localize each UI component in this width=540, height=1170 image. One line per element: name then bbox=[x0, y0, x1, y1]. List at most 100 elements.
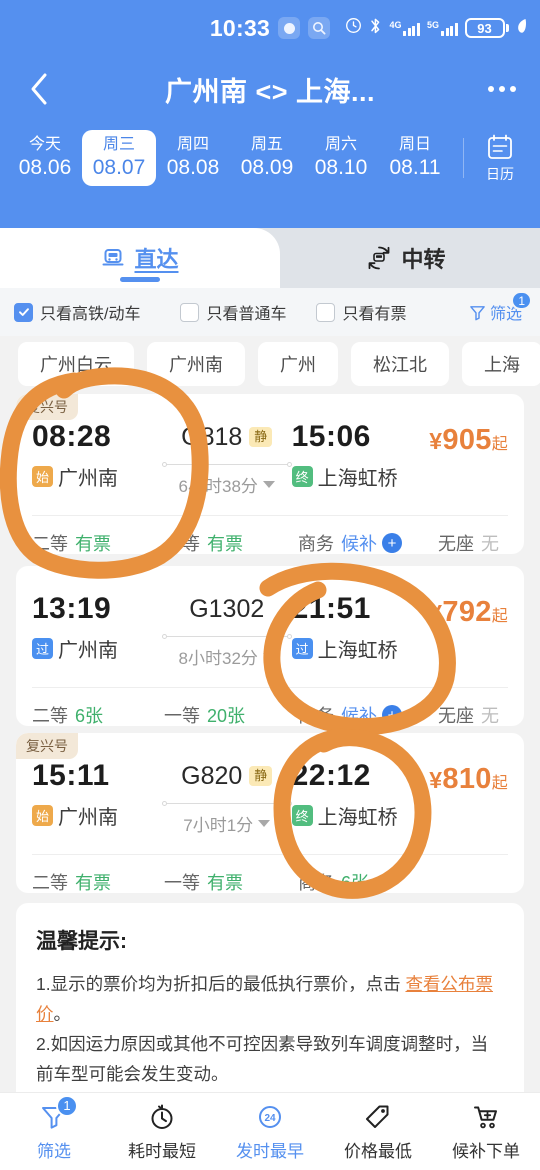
duration-row[interactable]: 7小时1分 bbox=[162, 811, 292, 836]
bottom-nav-lowest-price[interactable]: 价格最低 bbox=[324, 1102, 432, 1162]
date-item-2[interactable]: 周四 08.08 bbox=[156, 130, 230, 187]
more-options-button[interactable] bbox=[486, 78, 518, 100]
duration-line bbox=[161, 632, 292, 642]
calendar-button[interactable]: 日历 bbox=[468, 132, 532, 184]
checkbox-box bbox=[316, 302, 336, 322]
waitlist-add-icon[interactable]: + bbox=[382, 533, 402, 553]
seat-class-1[interactable]: 一等 有票 bbox=[164, 869, 298, 893]
tab-direct[interactable]: 直达 bbox=[0, 228, 280, 288]
price-info: ¥792起 bbox=[429, 592, 508, 629]
clock-24-icon: 24 bbox=[259, 1105, 281, 1128]
bluetooth-icon bbox=[369, 17, 382, 40]
filter-button[interactable]: 筛选 1 bbox=[469, 291, 532, 324]
waitlist-add-icon[interactable]: + bbox=[382, 705, 402, 725]
check-icon bbox=[18, 308, 29, 316]
date-item-5[interactable]: 周日 08.11 bbox=[378, 130, 452, 187]
battery-level: 93 bbox=[464, 18, 505, 38]
checkbox-has-ticket-only[interactable]: 只看有票 bbox=[316, 300, 406, 324]
arrival-info: 22:12 终 上海虹桥 bbox=[291, 759, 430, 830]
bottom-nav-label: 发时最早 bbox=[236, 1141, 304, 1161]
currency-symbol: ¥ bbox=[429, 600, 443, 626]
arrival-station: 终 上海虹桥 bbox=[291, 462, 430, 491]
date-item-1[interactable]: 周三 08.07 bbox=[82, 129, 156, 187]
currency-symbol: ¥ bbox=[429, 767, 443, 793]
bottom-nav-filter[interactable]: 1 筛选 bbox=[0, 1094, 108, 1162]
station-chip-4[interactable]: 上海 bbox=[462, 342, 540, 386]
seat-availability-row: 二等 有票 一等 有票 商务 候补 + 无座 无 bbox=[16, 516, 524, 554]
date-value: 08.07 bbox=[92, 156, 146, 180]
duration-text: 6小时38分 bbox=[178, 477, 258, 496]
filter-badge: 1 bbox=[511, 291, 532, 310]
seat-class-value: 无 bbox=[481, 706, 499, 726]
train-card-1[interactable]: 13:19 过 广州南 G1302 8小时32分 21:51 过 上海虹桥 ¥7… bbox=[16, 566, 524, 726]
station-name: 广州南 bbox=[58, 640, 118, 662]
tab-transfer[interactable]: 中转 bbox=[272, 228, 540, 288]
date-item-4[interactable]: 周六 08.10 bbox=[304, 130, 378, 187]
train-number: G820 bbox=[181, 762, 243, 790]
price-number: 792 bbox=[442, 596, 492, 628]
bottom-nav-waitlist-order[interactable]: 候补下单 bbox=[432, 1102, 540, 1162]
quiet-carriage-badge: 静 bbox=[249, 766, 273, 786]
station-name: 上海虹桥 bbox=[317, 640, 398, 662]
chat-bubble-icon bbox=[278, 17, 301, 39]
duration-row[interactable]: 8小时32分 bbox=[162, 644, 292, 669]
leaf-icon bbox=[516, 17, 528, 40]
seat-class-2[interactable]: 商务 6张 bbox=[298, 869, 438, 893]
duration-text: 7小时1分 bbox=[183, 816, 254, 835]
date-item-0[interactable]: 今天 08.06 bbox=[8, 130, 82, 187]
price-value: ¥792起 bbox=[429, 596, 508, 629]
seat-class-2[interactable]: 商务 候补 + bbox=[298, 702, 438, 726]
checkbox-normal-train-only[interactable]: 只看普通车 bbox=[180, 300, 286, 324]
tips-line-1: 1.显示的票价均为折扣后的最低执行票价，点击 查看公布票价。 bbox=[36, 969, 504, 1029]
back-button[interactable] bbox=[22, 72, 56, 106]
train-card-0[interactable]: 复兴号 08:28 始 广州南 G818 静 6小时38分 15:06 终 上海… bbox=[16, 394, 524, 554]
duration-line bbox=[161, 799, 292, 809]
bottom-nav-earliest-departure[interactable]: 24 发时最早 bbox=[216, 1102, 324, 1162]
title-bar: 广州南 <> 上海... bbox=[0, 56, 540, 122]
price-value: ¥810起 bbox=[429, 763, 508, 796]
price-number: 810 bbox=[442, 763, 492, 795]
station-type-badge: 始 bbox=[32, 805, 53, 826]
bottom-nav-bar: 1 筛选 耗时最短 24 发时最早 价格最低 候补下单 bbox=[0, 1092, 540, 1170]
station-chip-2[interactable]: 广州 bbox=[258, 342, 338, 386]
chevron-down-icon bbox=[262, 481, 275, 488]
station-chip-list[interactable]: 广州白云 广州南 广州 松江北 上海 bbox=[0, 336, 540, 392]
filter-bar: 只看高铁/动车 只看普通车 只看有票 筛选 1 bbox=[0, 288, 540, 336]
seat-class-value: 6张 bbox=[341, 873, 370, 893]
seat-class-0[interactable]: 二等 6张 bbox=[32, 702, 164, 726]
checkbox-box bbox=[14, 302, 33, 322]
bottom-nav-shortest-duration[interactable]: 耗时最短 bbox=[108, 1102, 216, 1162]
chevron-down-icon bbox=[258, 820, 271, 827]
date-weekday: 周四 bbox=[176, 135, 209, 153]
signal-5g-icon: 5G bbox=[427, 20, 458, 36]
seat-class-1[interactable]: 一等 有票 bbox=[164, 530, 298, 554]
date-weekday: 周六 bbox=[324, 135, 357, 153]
station-name: 上海虹桥 bbox=[317, 807, 398, 829]
seat-class-3[interactable]: 无座 无 bbox=[438, 530, 499, 554]
seat-class-0[interactable]: 二等 有票 bbox=[32, 869, 164, 893]
station-chip-1[interactable]: 广州南 bbox=[147, 342, 245, 386]
tab-direct-label: 直达 bbox=[134, 247, 179, 272]
seat-class-2[interactable]: 商务 候补 + bbox=[298, 530, 438, 554]
seat-class-name: 无座 bbox=[438, 706, 474, 726]
price-info: ¥810起 bbox=[429, 759, 508, 796]
checkbox-high-speed-only[interactable]: 只看高铁/动车 bbox=[14, 300, 140, 324]
seat-class-name: 一等 bbox=[164, 873, 200, 893]
train-search-screen: 10:33 4G 5G 93 广州南 <> 上海... 今天 08.06 周三 … bbox=[0, 0, 540, 1170]
duration-row[interactable]: 6小时38分 bbox=[162, 472, 292, 497]
train-card-2[interactable]: 复兴号 15:11 始 广州南 G820 静 7小时1分 22:12 终 上海虹… bbox=[16, 733, 524, 893]
seat-class-0[interactable]: 二等 有票 bbox=[32, 530, 164, 554]
seat-class-1[interactable]: 一等 20张 bbox=[164, 702, 298, 726]
station-chip-0[interactable]: 广州白云 bbox=[18, 342, 134, 386]
timer-icon bbox=[151, 1104, 173, 1129]
station-name: 广州南 bbox=[58, 468, 118, 490]
date-item-3[interactable]: 周五 08.09 bbox=[230, 130, 304, 187]
funnel-icon bbox=[470, 305, 485, 320]
station-chip-3[interactable]: 松江北 bbox=[351, 342, 449, 386]
date-weekday: 周三 bbox=[102, 135, 135, 153]
seat-class-3[interactable]: 无座 无 bbox=[438, 702, 499, 726]
calendar-label: 日历 bbox=[486, 166, 514, 182]
bottom-nav-filter-badge: 1 bbox=[56, 1094, 78, 1117]
status-bar: 10:33 4G 5G 93 bbox=[0, 0, 540, 56]
seat-class-value: 无 bbox=[481, 534, 499, 554]
